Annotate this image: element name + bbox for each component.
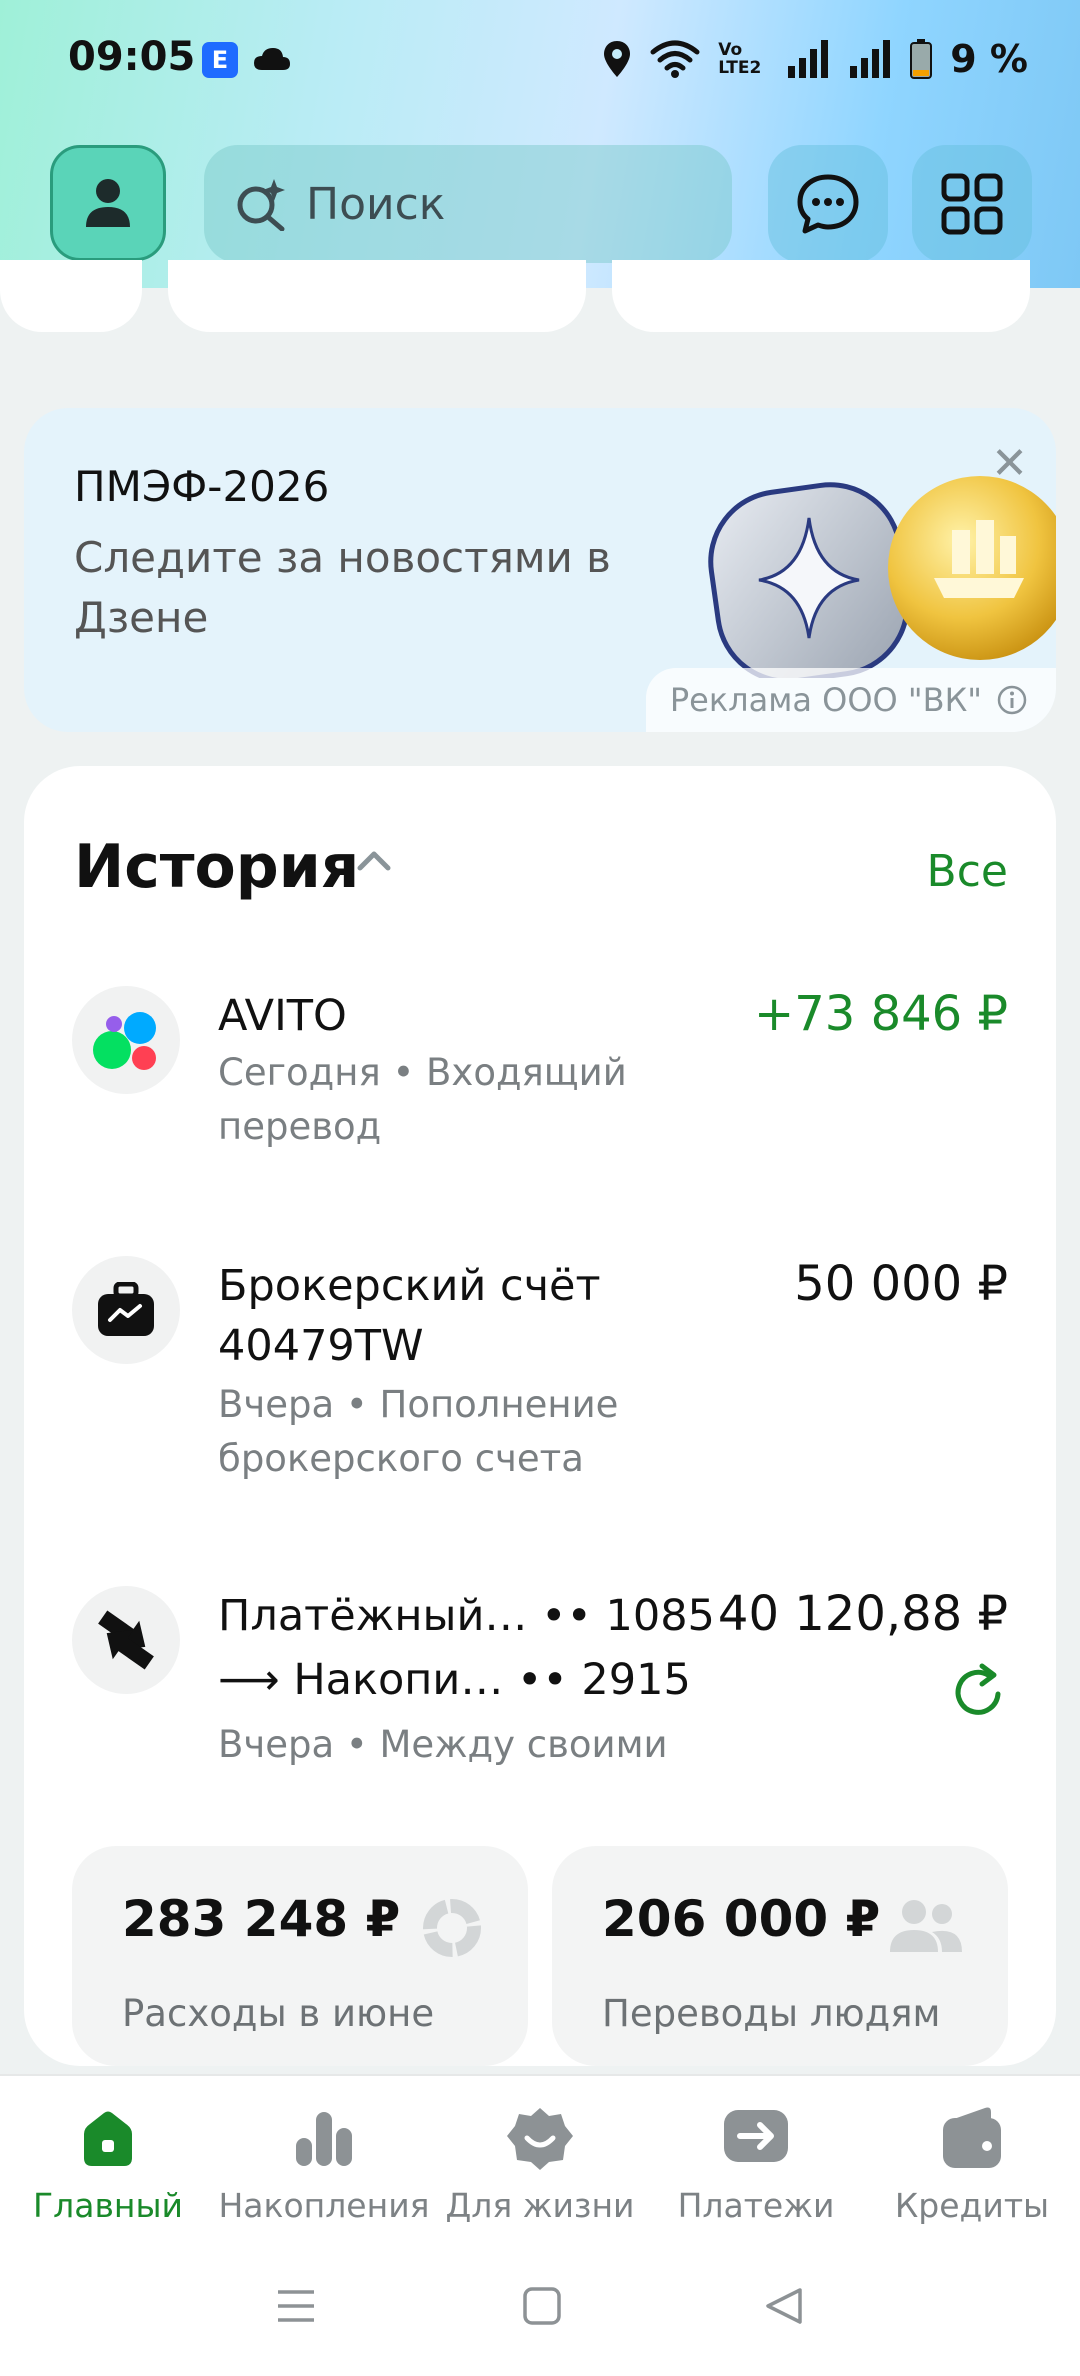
people-icon: [890, 1900, 962, 1952]
bar-chart-icon: [296, 2112, 352, 2166]
back-icon[interactable]: [764, 2286, 804, 2326]
volte-label: Vo LTE2: [718, 40, 762, 78]
signal-2-icon: [850, 40, 891, 78]
apps-grid-icon: [941, 173, 1003, 235]
ad-title: ПМЭФ-2026: [74, 462, 330, 511]
apps-button[interactable]: [912, 145, 1032, 263]
transaction-row[interactable]: Платёжный… •• 1085 ⟶ Накопи… •• 2915 Вче…: [24, 1586, 1056, 1786]
transaction-name: Брокерский счёт 40479TW: [218, 1261, 601, 1371]
transaction-amount: +73 846 ₽: [754, 986, 1008, 1042]
profile-button[interactable]: [50, 145, 166, 261]
transaction-name-from: Платёжный… •• 1085: [218, 1591, 715, 1641]
transaction-amount: 50 000 ₽: [794, 1256, 1008, 1312]
transaction-row[interactable]: Брокерский счёт 40479TW Вчера • Пополнен…: [24, 1256, 1056, 1496]
summary-label: Переводы людям: [602, 1992, 941, 2035]
transaction-row[interactable]: AVITO Сегодня • Входящий перевод +73 846…: [24, 986, 1056, 1186]
nav-item-credits[interactable]: Кредиты: [864, 2076, 1080, 2256]
payment-arrow-icon: [724, 2110, 788, 2162]
battery-icon: [910, 39, 933, 79]
nav-label: Кредиты: [894, 2186, 1050, 2225]
home-square-icon[interactable]: [522, 2286, 562, 2326]
donut-chart-icon: [423, 1899, 481, 1957]
carousel-card-partial[interactable]: [168, 260, 586, 332]
cloud-icon: [254, 48, 290, 70]
menu-icon[interactable]: [276, 2286, 316, 2326]
search-input[interactable]: Поиск: [204, 145, 732, 263]
transaction-name: AVITO: [218, 991, 347, 1041]
location-icon: [604, 41, 631, 77]
app-notification-badge: E: [202, 42, 238, 78]
search-sparkle-icon: [237, 179, 285, 231]
transaction-meta: Сегодня • Входящий перевод: [218, 1051, 627, 1148]
nav-item-main[interactable]: Главный: [0, 2076, 216, 2256]
nav-label: Главный: [33, 2186, 183, 2225]
search-placeholder: Поиск: [306, 178, 446, 230]
ad-label-text: Реклама ООО "ВК": [669, 681, 982, 719]
repeat-icon[interactable]: [948, 1662, 1008, 1722]
profile-icon: [86, 179, 130, 227]
summary-value: 283 248 ₽: [122, 1890, 401, 1948]
status-time: 09:05: [68, 34, 196, 80]
briefcase-icon: [72, 1256, 180, 1364]
summary-value: 206 000 ₽: [602, 1890, 881, 1948]
status-bar: 09:05 E Vo LTE2 9 %: [0, 0, 1080, 120]
info-icon: [997, 685, 1027, 715]
bottom-navigation: Главный Накопления Для жизни Платежи Кре…: [0, 2074, 1080, 2256]
nav-label: Накопления: [218, 2186, 430, 2225]
chat-button[interactable]: [768, 145, 888, 263]
wallet-icon: [943, 2107, 1001, 2168]
transfers-summary-card[interactable]: 206 000 ₽ Переводы людям: [552, 1846, 1008, 2066]
system-navigation-bar: [0, 2254, 1080, 2376]
history-title[interactable]: История: [74, 832, 359, 902]
ad-subtitle: Следите за новостями в Дзене: [74, 533, 611, 642]
nav-label: Платежи: [677, 2186, 835, 2225]
nav-item-for-life[interactable]: Для жизни: [432, 2076, 648, 2256]
history-all-link[interactable]: Все: [927, 846, 1008, 897]
chevron-up-icon[interactable]: [354, 846, 394, 874]
ad-disclaimer[interactable]: Реклама ООО "ВК": [645, 668, 1056, 732]
zen-coin-illustration: [708, 476, 1056, 678]
carousel-card-partial[interactable]: [612, 260, 1030, 332]
wifi-icon: [650, 40, 700, 78]
signal-icon: [788, 40, 829, 78]
nav-item-savings[interactable]: Накопления: [216, 2076, 432, 2256]
nav-item-payments[interactable]: Платежи: [648, 2076, 864, 2256]
transaction-amount: 40 120,88 ₽: [717, 1586, 1008, 1642]
expenses-summary-card[interactable]: 283 248 ₽ Расходы в июне: [72, 1846, 528, 2066]
transaction-meta: Вчера • Между своими: [218, 1723, 668, 1766]
status-icons: Vo LTE2 9 %: [602, 34, 1028, 84]
transfer-icon: [72, 1586, 180, 1694]
transaction-meta: Вчера • Пополнение брокерского счета: [218, 1383, 619, 1480]
ad-banner[interactable]: ПМЭФ-2026 Следите за новостями в Дзене ✕…: [24, 408, 1056, 732]
smile-badge-icon: [507, 2108, 573, 2170]
avito-icon: [72, 986, 180, 1094]
carousel-card-partial[interactable]: [0, 260, 142, 332]
chat-icon: [797, 174, 859, 234]
transaction-name-to: ⟶ Накопи… •• 2915: [218, 1655, 691, 1705]
nav-label: Для жизни: [445, 2186, 635, 2225]
summary-label: Расходы в июне: [122, 1992, 435, 2035]
battery-percent: 9 %: [950, 37, 1028, 81]
home-icon: [84, 2111, 132, 2166]
